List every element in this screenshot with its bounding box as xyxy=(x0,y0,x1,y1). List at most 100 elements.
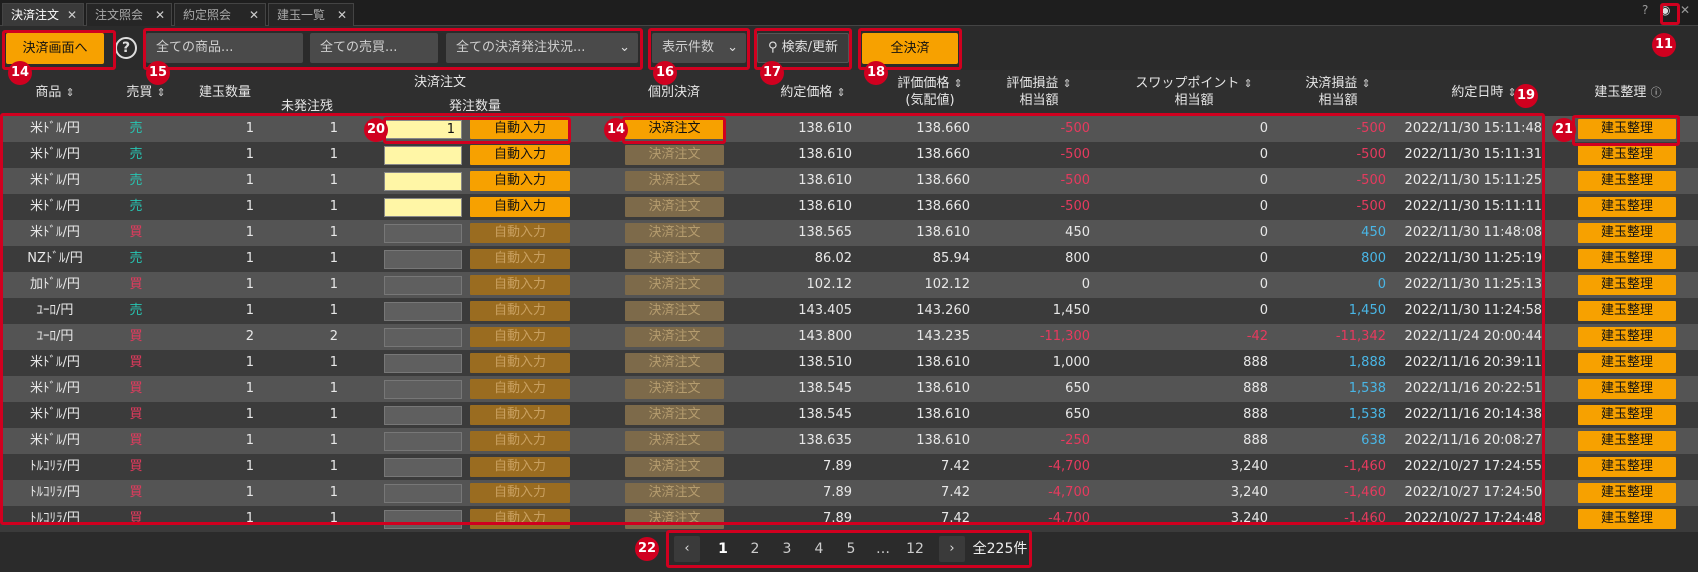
header-product[interactable]: 商品 ⇕ xyxy=(20,84,90,101)
settle-order-button[interactable]: 決済注文 xyxy=(625,301,724,321)
auto-input-button[interactable]: 自動入力 xyxy=(470,275,570,295)
auto-input-button[interactable]: 自動入力 xyxy=(470,327,570,347)
header-eval-price[interactable]: 評価価格 ⇕ (気配値) xyxy=(890,75,970,109)
settle-order-button[interactable]: 決済注文 xyxy=(625,379,724,399)
position-org-button[interactable]: 建玉整理 xyxy=(1578,353,1676,373)
close-icon[interactable]: ✕ xyxy=(337,4,347,27)
auto-input-button[interactable]: 自動入力 xyxy=(470,431,570,451)
auto-input-button[interactable]: 自動入力 xyxy=(470,249,570,269)
order-qty-input[interactable] xyxy=(384,276,462,295)
order-qty-input[interactable] xyxy=(384,484,462,503)
position-org-button[interactable]: 建玉整理 xyxy=(1578,327,1676,347)
order-qty-input[interactable] xyxy=(384,302,462,321)
next-page-button[interactable]: › xyxy=(939,536,965,562)
header-side[interactable]: 売買 ⇕ xyxy=(118,84,174,101)
position-org-button[interactable]: 建玉整理 xyxy=(1578,249,1676,269)
order-qty-input[interactable] xyxy=(384,172,462,191)
settle-order-button[interactable]: 決済注文 xyxy=(625,327,724,347)
page-12[interactable]: 12 xyxy=(900,532,930,566)
eye-icon[interactable]: ◉ xyxy=(1660,3,1670,17)
page-2[interactable]: 2 xyxy=(740,532,770,566)
auto-input-button[interactable]: 自動入力 xyxy=(470,353,570,373)
header-exec-datetime[interactable]: 約定日時 ⇕ xyxy=(1444,84,1524,101)
order-qty-input[interactable]: 1 xyxy=(384,120,462,139)
auto-input-button[interactable]: 自動入力 xyxy=(470,171,570,191)
tab-order-inquiry[interactable]: 注文照会 ✕ xyxy=(86,3,172,26)
position-org-button[interactable]: 建玉整理 xyxy=(1578,223,1676,243)
position-org-button[interactable]: 建玉整理 xyxy=(1578,301,1676,321)
auto-input-button[interactable]: 自動入力 xyxy=(470,223,570,243)
order-qty-input[interactable] xyxy=(384,250,462,269)
order-qty-input[interactable] xyxy=(384,354,462,373)
auto-input-button[interactable]: 自動入力 xyxy=(470,197,570,217)
display-count-select[interactable]: 表示件数 ⌄ xyxy=(652,33,746,63)
order-qty-input[interactable] xyxy=(384,224,462,243)
position-org-button[interactable]: 建玉整理 xyxy=(1578,171,1676,191)
order-qty-input[interactable] xyxy=(384,432,462,451)
position-org-button[interactable]: 建玉整理 xyxy=(1578,483,1676,503)
auto-input-button[interactable]: 自動入力 xyxy=(470,379,570,399)
search-update-button[interactable]: ⚲ 検索/更新 xyxy=(757,33,849,63)
settle-order-button[interactable]: 決済注文 xyxy=(625,483,724,503)
order-qty-input[interactable] xyxy=(384,510,462,529)
settle-order-button[interactable]: 決済注文 xyxy=(625,171,724,191)
settle-order-button[interactable]: 決済注文 xyxy=(625,353,724,373)
order-qty-input[interactable] xyxy=(384,458,462,477)
order-qty-input[interactable] xyxy=(384,146,462,165)
settle-order-button[interactable]: 決済注文 xyxy=(625,457,724,477)
prev-page-button[interactable]: ‹ xyxy=(674,536,700,562)
page-3[interactable]: 3 xyxy=(772,532,802,566)
page-4[interactable]: 4 xyxy=(804,532,834,566)
close-icon[interactable]: ✕ xyxy=(155,4,165,27)
position-org-button[interactable]: 建玉整理 xyxy=(1578,405,1676,425)
side-filter-select[interactable]: 全ての売買... xyxy=(310,33,438,63)
auto-input-button[interactable]: 自動入力 xyxy=(470,405,570,425)
auto-input-button[interactable]: 自動入力 xyxy=(470,119,570,139)
header-eval-pl[interactable]: 評価損益 ⇕ 相当額 xyxy=(1004,75,1074,109)
order-qty-input[interactable] xyxy=(384,380,462,399)
settle-order-button[interactable]: 決済注文 xyxy=(625,197,724,217)
product-filter-select[interactable]: 全ての商品... xyxy=(146,33,303,63)
header-swap-points[interactable]: スワップポイント ⇕ 相当額 xyxy=(1128,75,1260,109)
position-org-button[interactable]: 建玉整理 xyxy=(1578,197,1676,217)
close-icon[interactable]: ✕ xyxy=(249,4,259,27)
status-filter-select[interactable]: 全ての決済発注状況... ⌄ xyxy=(446,33,638,63)
page-1[interactable]: 1 xyxy=(708,532,738,566)
close-icon[interactable]: ✕ xyxy=(1680,3,1690,17)
order-qty-input[interactable] xyxy=(384,406,462,425)
auto-input-button[interactable]: 自動入力 xyxy=(470,145,570,165)
position-org-button[interactable]: 建玉整理 xyxy=(1578,145,1676,165)
position-org-button[interactable]: 建玉整理 xyxy=(1578,119,1676,139)
help-icon[interactable]: ? xyxy=(1642,3,1648,17)
settle-all-button[interactable]: 全決済 xyxy=(862,33,958,64)
auto-input-button[interactable]: 自動入力 xyxy=(470,509,570,529)
auto-input-button[interactable]: 自動入力 xyxy=(470,457,570,477)
auto-input-button[interactable]: 自動入力 xyxy=(470,483,570,503)
help-icon[interactable]: ? xyxy=(115,37,137,59)
position-org-button[interactable]: 建玉整理 xyxy=(1578,457,1676,477)
order-qty-input[interactable] xyxy=(384,198,462,217)
position-org-button[interactable]: 建玉整理 xyxy=(1578,379,1676,399)
settle-order-button[interactable]: 決済注文 xyxy=(625,223,724,243)
settle-screen-button[interactable]: 決済画面へ xyxy=(6,33,104,64)
tab-label: 約定照会 xyxy=(183,8,232,22)
settle-order-button[interactable]: 決済注文 xyxy=(625,405,724,425)
tab-execution-inquiry[interactable]: 約定照会 ✕ xyxy=(174,3,266,26)
settle-order-button[interactable]: 決済注文 xyxy=(625,431,724,451)
header-exec-price[interactable]: 約定価格 ⇕ xyxy=(768,84,858,101)
auto-input-button[interactable]: 自動入力 xyxy=(470,301,570,321)
settle-order-button[interactable]: 決済注文 xyxy=(625,249,724,269)
position-org-button[interactable]: 建玉整理 xyxy=(1578,509,1676,529)
header-settle-pl[interactable]: 決済損益 ⇕ 相当額 xyxy=(1298,75,1378,109)
order-qty-input[interactable] xyxy=(384,328,462,347)
tab-position-list[interactable]: 建玉一覧 ✕ xyxy=(268,3,354,26)
settle-order-button[interactable]: 決済注文 xyxy=(625,275,724,295)
tab-settle-order[interactable]: 決済注文 ✕ xyxy=(2,3,84,26)
close-icon[interactable]: ✕ xyxy=(67,4,77,27)
settle-order-button[interactable]: 決済注文 xyxy=(625,509,724,529)
settle-order-button[interactable]: 決済注文 xyxy=(625,119,724,139)
page-5[interactable]: 5 xyxy=(836,532,866,566)
position-org-button[interactable]: 建玉整理 xyxy=(1578,275,1676,295)
position-org-button[interactable]: 建玉整理 xyxy=(1578,431,1676,451)
settle-order-button[interactable]: 決済注文 xyxy=(625,145,724,165)
